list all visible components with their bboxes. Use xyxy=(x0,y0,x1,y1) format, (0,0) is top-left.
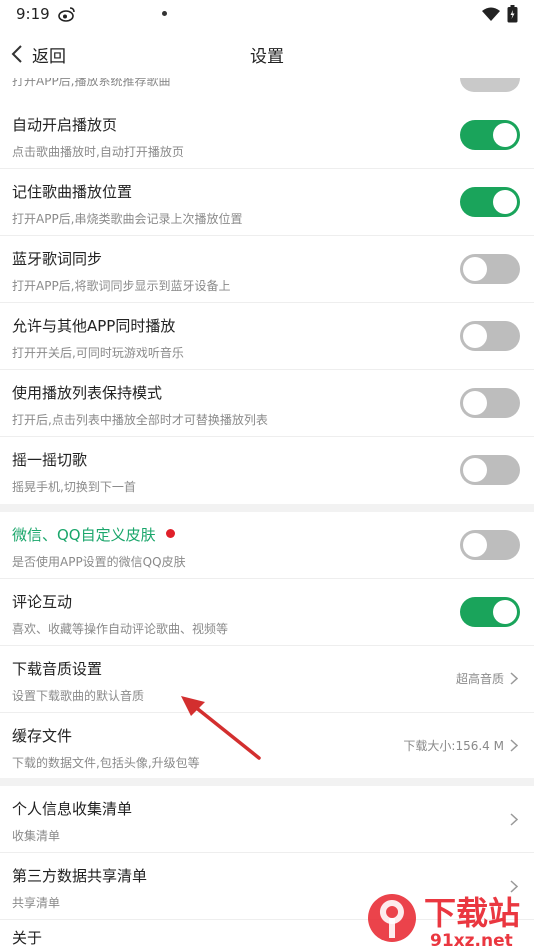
setting-subtitle: 共享清单 xyxy=(12,896,61,910)
setting-subtitle: 摇晃手机,切换到下一首 xyxy=(12,480,136,494)
setting-subtitle: 打开APP后,串烧类歌曲会记录上次播放位置 xyxy=(12,212,243,226)
setting-subtitle: 打开APP后,播放系统推荐歌曲 xyxy=(12,78,171,88)
battery-icon xyxy=(507,5,518,23)
setting-subtitle: 打开APP后,将歌词同步显示到蓝牙设备上 xyxy=(12,279,231,293)
section-divider xyxy=(0,504,534,512)
setting-title: 摇一摇切歌 xyxy=(12,451,88,469)
setting-title: 自动开启播放页 xyxy=(12,116,118,134)
watermark-url: 91xz.net xyxy=(430,931,513,950)
toggle-switch[interactable] xyxy=(460,530,520,560)
setting-title: 使用播放列表保持模式 xyxy=(12,384,163,402)
setting-row-remember-position[interactable]: 记住歌曲播放位置 打开APP后,串烧类歌曲会记录上次播放位置 xyxy=(0,169,534,236)
setting-row-playlist-keep[interactable]: 使用播放列表保持模式 打开后,点击列表中播放全部时才可替换播放列表 xyxy=(0,370,534,437)
setting-subtitle: 是否使用APP设置的微信QQ皮肤 xyxy=(12,555,186,569)
clipped-setting-row: 打开APP后,播放系统推荐歌曲 xyxy=(0,78,534,92)
toggle-switch[interactable] xyxy=(460,120,520,150)
setting-title: 蓝牙歌词同步 xyxy=(12,250,103,268)
setting-row-download-quality[interactable]: 下载音质设置 设置下载歌曲的默认音质 超高音质 xyxy=(0,646,534,713)
watermark-text: 下载站 xyxy=(424,894,520,932)
setting-title: 下载音质设置 xyxy=(12,660,103,678)
top-bar: 返回 设置 xyxy=(0,30,534,78)
setting-title: 允许与其他APP同时播放 xyxy=(12,317,176,335)
setting-row-bluetooth-lyrics[interactable]: 蓝牙歌词同步 打开APP后,将歌词同步显示到蓝牙设备上 xyxy=(0,236,534,303)
setting-subtitle: 喜欢、收藏等操作自动评论歌曲、视频等 xyxy=(12,622,229,636)
toggle-switch[interactable] xyxy=(460,388,520,418)
setting-row-shake[interactable]: 摇一摇切歌 摇晃手机,切换到下一首 xyxy=(0,437,534,504)
setting-row-auto-open-player[interactable]: 自动开启播放页 点击歌曲播放时,自动打开播放页 xyxy=(0,102,534,169)
setting-title: 关于 xyxy=(12,929,43,947)
setting-value: 下载大小:156.4 M xyxy=(403,737,518,754)
toggle-switch[interactable] xyxy=(460,597,520,627)
setting-title: 评论互动 xyxy=(12,593,73,611)
setting-title: 记住歌曲播放位置 xyxy=(12,183,133,201)
page-title: 设置 xyxy=(250,47,284,67)
status-bar: 9:19 xyxy=(0,0,534,30)
setting-row-cache-files[interactable]: 缓存文件 下载的数据文件,包括头像,升级包等 下载大小:156.4 M xyxy=(0,713,534,780)
setting-subtitle: 打开后,点击列表中播放全部时才可替换播放列表 xyxy=(12,413,268,427)
setting-title: 微信、QQ自定义皮肤 xyxy=(12,524,175,545)
toggle-switch[interactable] xyxy=(460,321,520,351)
status-time: 9:19 xyxy=(16,5,50,23)
setting-title: 个人信息收集清单 xyxy=(12,800,133,818)
setting-subtitle: 下载的数据文件,包括头像,升级包等 xyxy=(12,756,200,770)
toggle-switch[interactable] xyxy=(460,254,520,284)
setting-row-custom-skin[interactable]: 微信、QQ自定义皮肤 是否使用APP设置的微信QQ皮肤 xyxy=(0,512,534,579)
setting-subtitle: 设置下载歌曲的默认音质 xyxy=(12,689,145,703)
setting-title: 缓存文件 xyxy=(12,727,73,745)
toggle-switch[interactable] xyxy=(460,187,520,217)
setting-row-personal-info-list[interactable]: 个人信息收集清单 收集清单 xyxy=(0,786,534,853)
toggle-switch[interactable] xyxy=(460,455,520,485)
section-divider xyxy=(0,778,534,786)
setting-title: 第三方数据共享清单 xyxy=(12,867,148,885)
chevron-right-icon xyxy=(510,672,518,685)
setting-subtitle: 点击歌曲播放时,自动打开播放页 xyxy=(12,145,184,159)
new-badge-dot xyxy=(165,529,175,538)
setting-value: 超高音质 xyxy=(456,670,518,687)
toggle-switch[interactable] xyxy=(460,78,520,92)
setting-row-comment-interaction[interactable]: 评论互动 喜欢、收藏等操作自动评论歌曲、视频等 xyxy=(0,579,534,646)
chevron-right-icon xyxy=(510,813,518,826)
setting-subtitle: 收集清单 xyxy=(12,829,61,843)
chevron-right-icon xyxy=(510,739,518,752)
weibo-icon xyxy=(58,7,75,22)
wifi-icon xyxy=(482,7,500,21)
setting-subtitle: 打开开关后,可同时玩游戏听音乐 xyxy=(12,346,184,360)
notification-dot-icon xyxy=(162,11,167,16)
watermark-logo: 下载站 91xz.net xyxy=(368,894,520,950)
setting-row-mix-playback[interactable]: 允许与其他APP同时播放 打开开关后,可同时玩游戏听音乐 xyxy=(0,303,534,370)
